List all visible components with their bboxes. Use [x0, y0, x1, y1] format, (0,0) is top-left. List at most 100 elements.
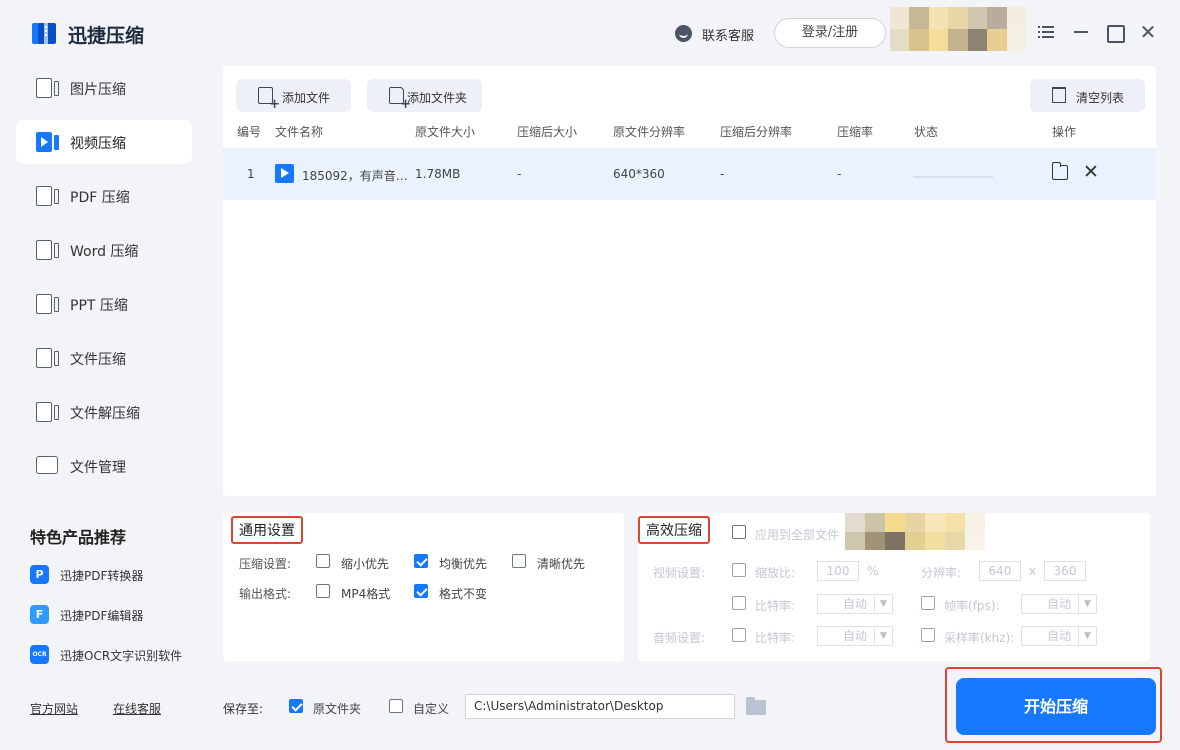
sample-rate-checkbox[interactable] [921, 628, 935, 642]
pdf-file-icon [36, 186, 60, 206]
status-progress-bar [913, 176, 993, 178]
customer-service-icon[interactable] [675, 25, 692, 42]
apply-all-label: 应用到全部文件 [755, 528, 840, 542]
custom-folder-checkbox[interactable] [389, 699, 403, 713]
sidebar-item-file-compress[interactable]: 文件压缩 [16, 336, 192, 380]
col-index: 编号 [237, 125, 262, 139]
col-name: 文件名称 [275, 125, 324, 139]
chevron-down-icon: ▼ [874, 595, 892, 613]
chevron-down-icon: ▼ [1078, 595, 1096, 613]
fps-select[interactable]: 自动 ▼ [1021, 594, 1097, 614]
login-button[interactable]: 登录/注册 [774, 18, 886, 48]
video-bitrate-checkbox[interactable] [732, 596, 746, 610]
sidebar-item-label: Word 压缩 [70, 244, 139, 260]
sidebar-item-label: 图片压缩 [70, 82, 126, 98]
scale-checkbox[interactable] [732, 563, 746, 577]
ocr-icon: OCR [30, 645, 49, 664]
row-comp-res: - [720, 167, 725, 181]
keep-format-checkbox[interactable] [414, 584, 428, 598]
smaller-first-checkbox[interactable] [316, 554, 330, 568]
keep-format-label: 格式不变 [439, 587, 488, 601]
video-bitrate-select[interactable]: 自动 ▼ [817, 594, 893, 614]
sidebar-item-unzip[interactable]: 文件解压缩 [16, 390, 192, 434]
pdf-converter-icon: P [30, 565, 49, 584]
resolution-x: x [1029, 564, 1037, 578]
minimize-icon[interactable] [1070, 21, 1092, 43]
sidebar-item-image[interactable]: 图片压缩 [16, 66, 192, 110]
remove-file-icon[interactable]: ✕ [1083, 161, 1099, 183]
scale-input[interactable]: 100 [817, 561, 859, 581]
sidebar-item-pdf[interactable]: PDF 压缩 [16, 174, 192, 218]
col-status: 状态 [914, 125, 939, 139]
clarity-first-label: 清晰优先 [537, 557, 586, 571]
sidebar-item-ppt[interactable]: PPT 压缩 [16, 282, 192, 326]
smaller-first-label: 缩小优先 [341, 557, 390, 571]
apply-all-checkbox[interactable] [732, 525, 746, 539]
sample-rate-select[interactable]: 自动 ▼ [1021, 626, 1097, 646]
start-compress-button[interactable]: 开始压缩 [956, 678, 1156, 735]
original-folder-label: 原文件夹 [313, 702, 362, 716]
col-comp-res: 压缩后分辨率 [720, 125, 793, 139]
add-file-button[interactable]: 添加文件 [236, 79, 351, 112]
sidebar-item-label: PPT 压缩 [70, 298, 128, 314]
close-window-icon[interactable]: ✕ [1137, 21, 1159, 43]
sidebar-item-word[interactable]: Word 压缩 [16, 228, 192, 272]
clear-list-button[interactable]: 清空列表 [1030, 79, 1145, 112]
fps-checkbox[interactable] [921, 596, 935, 610]
menu-icon[interactable] [1036, 21, 1058, 43]
resolution-label: 分辨率: [921, 566, 962, 580]
mp4-format-label: MP4格式 [341, 587, 391, 601]
table-row[interactable]: 1 185092，有声音… 1.78MB - 640*360 - - ✕ [223, 148, 1156, 200]
mp4-format-checkbox[interactable] [316, 584, 330, 598]
open-folder-icon[interactable] [1052, 162, 1068, 180]
sample-rate-label: 采样率(khz): [944, 631, 1015, 645]
sidebar-item-label: 文件解压缩 [70, 406, 140, 422]
fps-label: 帧率(fps): [944, 599, 1000, 613]
recommend-title: 特色产品推荐 [30, 528, 127, 547]
file-icon [36, 348, 60, 368]
browse-folder-icon[interactable] [746, 697, 766, 715]
row-index: 1 [247, 167, 255, 181]
col-comp-size: 压缩后大小 [517, 125, 578, 139]
save-path-input[interactable]: C:\Users\Administrator\Desktop [465, 694, 735, 719]
sidebar-item-file-manager[interactable]: 文件管理 [16, 444, 192, 488]
add-file-icon [258, 87, 280, 111]
efficient-compress-panel: 高效压缩 应用到全部文件 视频设置: 缩放比: 100 % 分辨率: 640 x… [638, 513, 1150, 661]
audio-bitrate-checkbox[interactable] [732, 628, 746, 642]
customer-service-link[interactable]: 联系客服 [702, 25, 754, 44]
online-service-link[interactable]: 在线客服 [113, 700, 161, 717]
website-link[interactable]: 官方网站 [30, 700, 78, 717]
original-folder-checkbox[interactable] [289, 699, 303, 713]
resolution-width-input[interactable]: 640 [979, 561, 1021, 581]
video-bitrate-label: 比特率: [755, 599, 796, 613]
image-file-icon [36, 78, 60, 98]
col-orig-res: 原文件分辨率 [613, 125, 686, 139]
scale-label: 缩放比: [755, 566, 796, 580]
maximize-icon[interactable] [1103, 21, 1125, 43]
folder-icon [36, 456, 60, 476]
audio-bitrate-select[interactable]: 自动 ▼ [817, 626, 893, 646]
clear-list-label: 清空列表 [1076, 91, 1125, 105]
clarity-first-checkbox[interactable] [512, 554, 526, 568]
video-file-icon [36, 132, 60, 152]
balanced-label: 均衡优先 [439, 557, 488, 571]
ppt-file-icon [36, 294, 60, 314]
sidebar-item-video[interactable]: 视频压缩 [16, 120, 192, 164]
user-avatar[interactable] [890, 7, 1026, 51]
sidebar-item-label: 视频压缩 [70, 136, 126, 152]
efficient-compress-title: 高效压缩 [638, 516, 710, 544]
add-folder-button[interactable]: 添加文件夹 [367, 79, 482, 112]
audio-bitrate-value: 自动 [842, 629, 867, 643]
pdf-editor-icon: F [30, 605, 49, 624]
trash-icon [1052, 87, 1066, 103]
unzip-file-icon [36, 402, 60, 422]
video-play-icon [275, 164, 294, 183]
word-file-icon [36, 240, 60, 260]
resolution-height-input[interactable]: 360 [1044, 561, 1086, 581]
recommend-label: 迅捷OCR文字识别软件 [60, 649, 183, 663]
balanced-checkbox[interactable] [414, 554, 428, 568]
fps-value: 自动 [1046, 597, 1071, 611]
row-orig-res: 640*360 [613, 167, 665, 181]
general-settings-title: 通用设置 [231, 516, 303, 544]
recommend-label: 迅捷PDF编辑器 [60, 609, 144, 623]
